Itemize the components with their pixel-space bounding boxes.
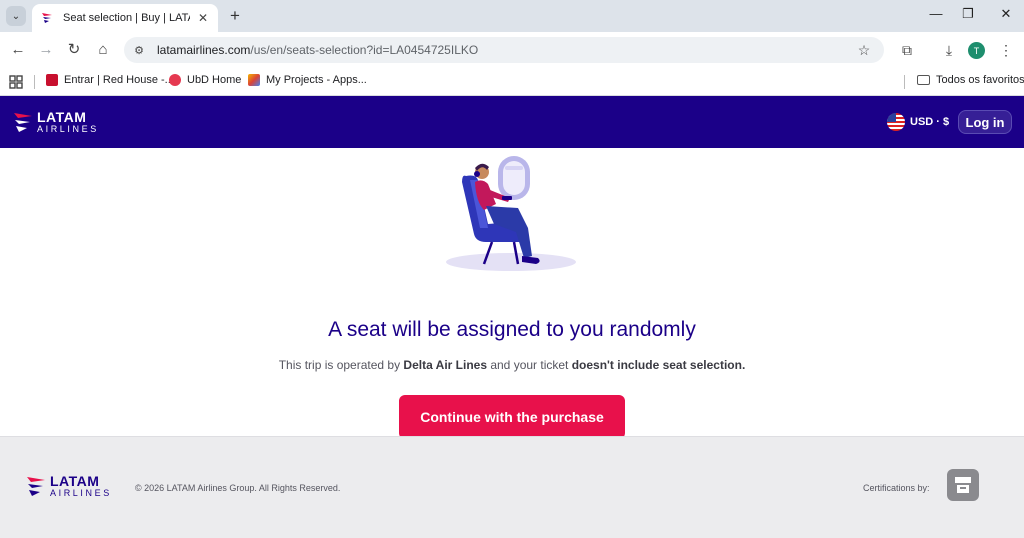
- tab-title: Seat selection | Buy | LATAM Air: [63, 12, 190, 24]
- tab-search-button[interactable]: ⌄: [6, 6, 26, 26]
- bookmark-label: My Projects - Apps...: [266, 74, 367, 86]
- browser-toolbar: ← → ↻ ⌂ ⚙ latamairlines.com/us/en/seats-…: [0, 32, 1024, 68]
- bookmarks-bar: Entrar | Red House -... UbD Home My Proj…: [0, 68, 1024, 96]
- folder-icon: [917, 75, 930, 85]
- currency-label: USD · $: [910, 116, 950, 128]
- bookmark-star-icon[interactable]: ☆: [854, 42, 874, 59]
- more-menu-icon[interactable]: ⋮: [996, 40, 1016, 60]
- site-header: LATAM AIRLINES USD · $ Log in: [0, 96, 1024, 148]
- logo-subtitle: AIRLINES: [50, 488, 112, 498]
- new-tab-button[interactable]: +: [226, 6, 244, 26]
- url-path: /us/en/seats-selection?id=LA0454725ILKO: [250, 43, 479, 57]
- latam-logo-icon: [27, 477, 45, 496]
- ubd-icon: [169, 74, 181, 86]
- apps-grid-icon[interactable]: [9, 75, 23, 89]
- home-icon[interactable]: ⌂: [93, 40, 113, 60]
- tab-close-icon[interactable]: ✕: [196, 11, 210, 25]
- bookmark-label: UbD Home: [187, 74, 242, 86]
- minimize-button[interactable]: —: [926, 6, 946, 21]
- bookmark-item[interactable]: UbD Home: [169, 74, 241, 86]
- download-icon[interactable]: ⤓: [939, 40, 959, 60]
- passenger-seat-illustration: [446, 156, 576, 271]
- page-title: A seat will be assigned to you randomly: [328, 318, 696, 341]
- main-content: A seat will be assigned to you randomly …: [0, 148, 1024, 439]
- operator-name: Delta Air Lines: [403, 358, 487, 372]
- bookmark-item[interactable]: My Projects - Apps...: [248, 74, 367, 86]
- pci-seal-icon: [955, 477, 971, 493]
- red-house-icon: [46, 74, 58, 86]
- forward-icon[interactable]: →: [36, 40, 56, 60]
- back-icon[interactable]: ←: [8, 40, 28, 60]
- restore-button[interactable]: ❐: [958, 6, 978, 22]
- footer-logo[interactable]: LATAM AIRLINES: [26, 474, 112, 498]
- site-info-icon[interactable]: ⚙: [129, 40, 149, 60]
- close-window-button[interactable]: ✕: [996, 6, 1016, 22]
- apps-script-icon: [248, 74, 260, 86]
- browser-tab[interactable]: Seat selection | Buy | LATAM Air ✕: [32, 4, 218, 32]
- continue-purchase-button[interactable]: Continue with the purchase: [399, 395, 625, 439]
- site-footer: LATAM AIRLINES © 2026 LATAM Airlines Gro…: [0, 436, 1024, 538]
- bookmarks-divider: [904, 75, 905, 89]
- bookmark-label: Entrar | Red House -...: [64, 74, 174, 86]
- latam-favicon-icon: [42, 13, 52, 23]
- currency-selector[interactable]: USD · $: [887, 113, 949, 131]
- chevron-down-icon: ⌄: [11, 10, 21, 22]
- subtext-prefix: This trip is operated by: [278, 358, 404, 372]
- copyright-text: © 2026 LATAM Airlines Group. All Rights …: [135, 483, 341, 493]
- logo-wordmark: LATAM: [37, 109, 87, 125]
- logo-wordmark: LATAM: [50, 473, 100, 489]
- folder-label: Todos os favoritos: [936, 74, 1024, 86]
- browser-tab-bar: ⌄ Seat selection | Buy | LATAM Air ✕ + —…: [0, 0, 1024, 32]
- url-text[interactable]: latamairlines.com/us/en/seats-selection?…: [157, 43, 854, 57]
- login-button[interactable]: Log in: [958, 110, 1012, 134]
- no-seat-selection-text: doesn't include seat selection.: [571, 358, 746, 372]
- reload-icon[interactable]: ↻: [64, 40, 84, 60]
- extensions-icon[interactable]: ⧉: [897, 40, 917, 60]
- us-flag-icon: [887, 113, 905, 131]
- bookmarks-divider: [34, 75, 35, 89]
- logo-subtitle: AIRLINES: [37, 124, 99, 134]
- certification-badge-icon[interactable]: [947, 469, 979, 501]
- seat-info-text: This trip is operated by Delta Air Lines…: [0, 358, 1024, 372]
- address-bar[interactable]: ⚙ latamairlines.com/us/en/seats-selectio…: [124, 37, 884, 63]
- latam-logo[interactable]: LATAM AIRLINES: [13, 110, 99, 134]
- certifications-label: Certifications by:: [863, 483, 930, 493]
- latam-logo-icon: [14, 113, 32, 132]
- all-bookmarks-folder[interactable]: Todos os favoritos: [917, 74, 1024, 86]
- subtext-middle: and your ticket: [487, 358, 572, 372]
- url-host: latamairlines.com: [157, 43, 251, 57]
- bookmark-item[interactable]: Entrar | Red House -...: [46, 74, 174, 86]
- profile-avatar[interactable]: T: [968, 42, 985, 59]
